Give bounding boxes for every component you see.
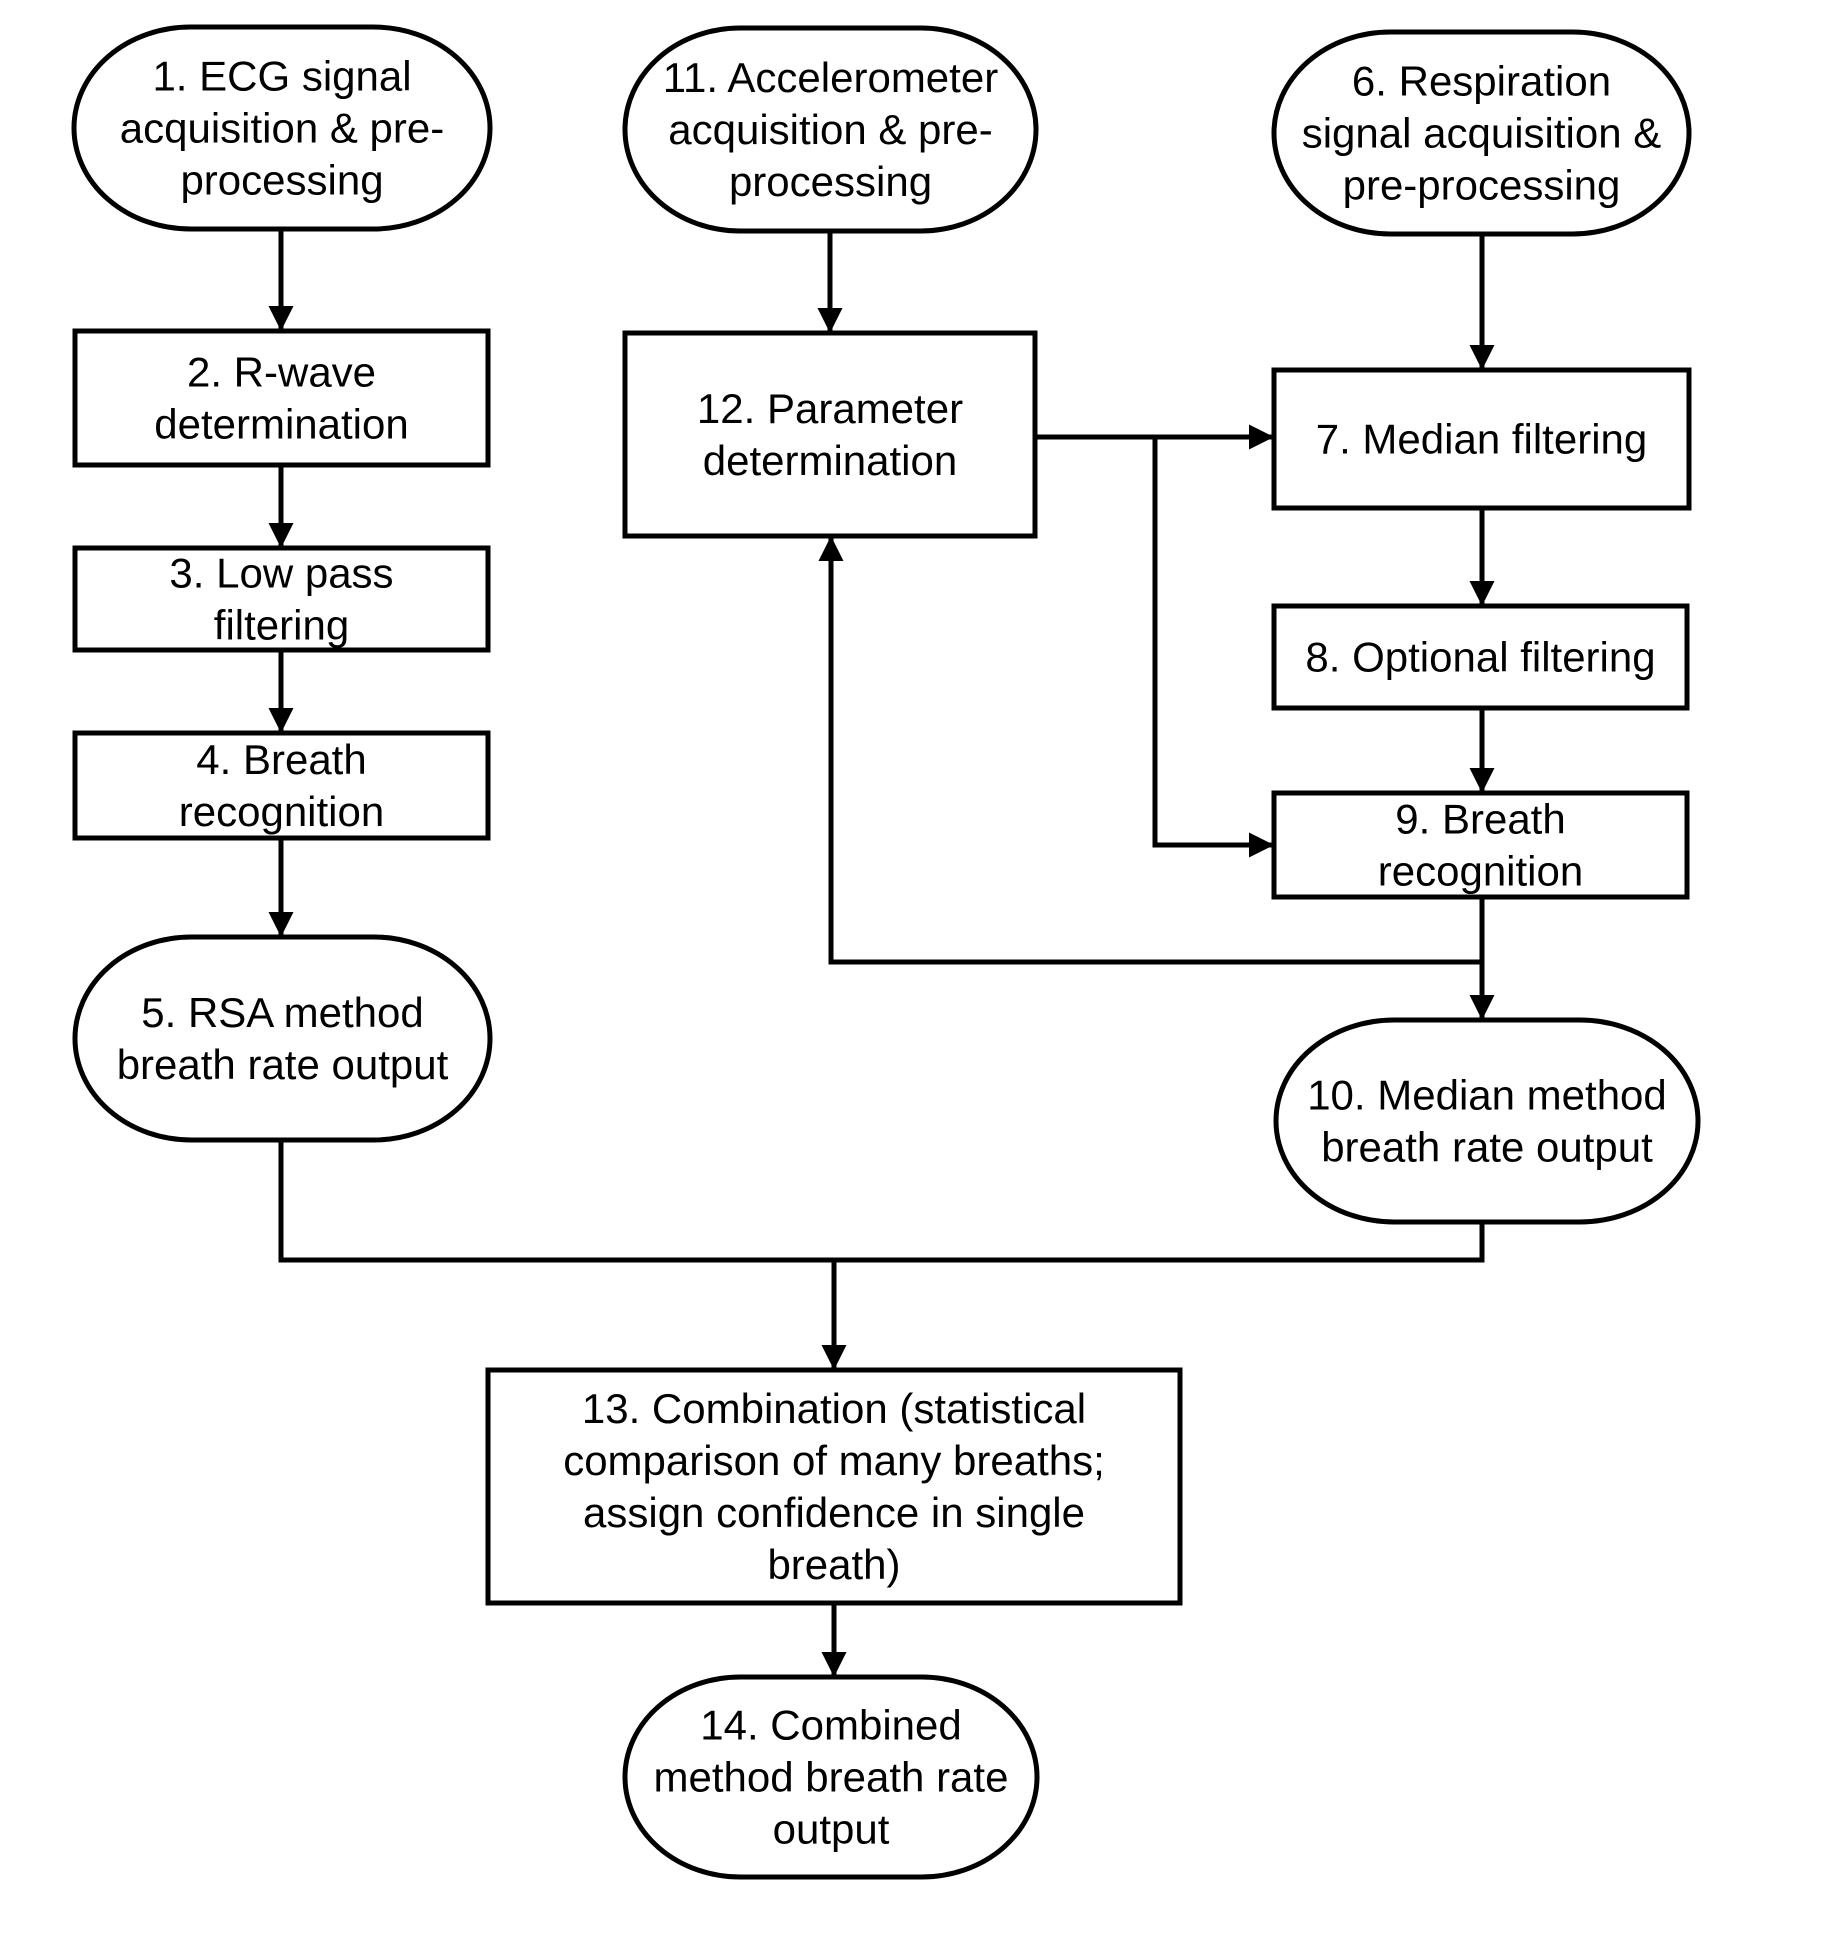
node-label-line: processing <box>729 158 932 205</box>
node-label-line: determination <box>703 437 957 484</box>
node-label-line: 4. Breath <box>196 736 366 783</box>
node-step-5: 5. RSA method breath rate output <box>72 934 493 1143</box>
flowchart: 1. ECG signal acquisition & pre-processin… <box>71 24 1701 1880</box>
node-step-12: 12. Parameter determination <box>622 330 1038 539</box>
terminal-shape <box>1273 1017 1701 1225</box>
node-label-line: 12. Parameter <box>697 385 963 432</box>
node-label-line: 11. Accelerometer <box>663 54 998 101</box>
node-label-line: 6. Respiration <box>1352 58 1611 105</box>
node-label-line: acquisition & pre- <box>668 106 993 153</box>
node-label-line: 2. R-wave <box>187 349 376 396</box>
node-label-line: 3. Low pass <box>169 550 393 597</box>
node-label-line: 5. RSA method <box>141 989 424 1036</box>
node-label-line: processing <box>180 157 383 204</box>
node-label-line: acquisition & pre- <box>120 105 445 152</box>
node-label-line: 13. Combination (statistical <box>582 1385 1086 1432</box>
node-label-line: assign confidence in single <box>583 1489 1085 1536</box>
node-step-10: 10. Median method breath rate output <box>1273 1017 1701 1225</box>
node-step-4: 4. Breath recognition <box>72 730 491 841</box>
node-step-1: 1. ECG signal acquisition & pre-processin… <box>71 24 493 232</box>
edge-n5-to-n13 <box>278 1140 847 1370</box>
node-label-line: determination <box>154 401 408 448</box>
process-box <box>622 330 1038 539</box>
node-step-2: 2. R-wave determination <box>72 328 491 468</box>
node-step-14: 14. Combined method breath rate output <box>622 1674 1040 1880</box>
node-step-8: 8. Optional filtering <box>1271 603 1690 711</box>
node-step-13: 13. Combination (statistical comparison o… <box>485 1367 1183 1606</box>
node-label-line: breath) <box>767 1541 900 1588</box>
node-label-line: 8. Optional filtering <box>1305 634 1655 681</box>
node-label-line: method breath rate <box>654 1754 1009 1801</box>
node-label-line: output <box>773 1806 890 1853</box>
node-label-line: recognition <box>1378 848 1583 895</box>
node-label-line: comparison of many breaths; <box>563 1437 1105 1484</box>
node-label-line: 9. Breath <box>1395 796 1565 843</box>
node-step-9: 9. Breath recognition <box>1271 790 1690 900</box>
node-step-3: 3. Low pass filtering <box>72 545 491 653</box>
node-label-line: 10. Median method <box>1307 1072 1667 1119</box>
node-label-line: 14. Combined <box>700 1702 962 1749</box>
terminal-shape <box>72 934 493 1143</box>
node-step-11: 11. Accelerometer acquisition & pre-proce… <box>622 25 1039 234</box>
edge-n12-to-n9 <box>1152 437 1274 858</box>
node-label-line: recognition <box>179 788 384 835</box>
node-label-line: 7. Median filtering <box>1316 416 1648 463</box>
node-label-line: pre-processing <box>1343 162 1621 209</box>
node-label-line: breath rate output <box>1321 1124 1653 1171</box>
node-label-line: filtering <box>214 602 349 649</box>
node-step-6: 6. Respiration signal acquisition & pre-pr… <box>1271 29 1692 237</box>
node-label-line: breath rate output <box>117 1041 449 1088</box>
node-step-7: 7. Median filtering <box>1271 367 1692 511</box>
node-label-line: signal acquisition & <box>1302 110 1662 157</box>
node-label-line: 1. ECG signal <box>152 53 411 100</box>
edge-n10-to-n13 <box>834 1222 1485 1263</box>
